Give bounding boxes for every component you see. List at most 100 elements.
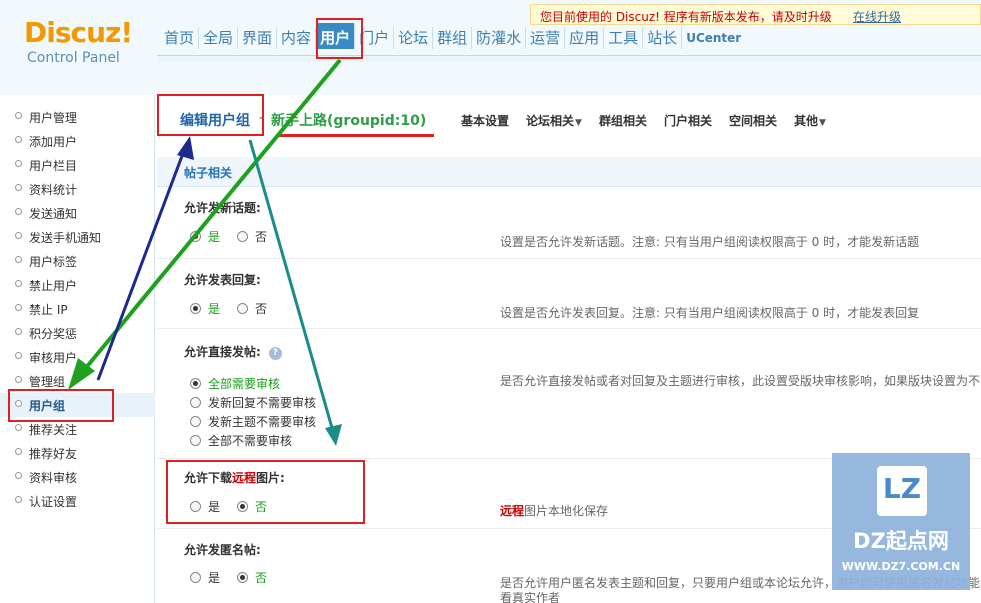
- radio-checked[interactable]: [237, 571, 248, 583]
- group-name: 新手上路(groupid:10): [271, 113, 427, 129]
- option-label: 是: [208, 229, 221, 244]
- bullet-icon: [15, 328, 22, 335]
- section-title: 帖子相关: [184, 166, 233, 180]
- radio-checked[interactable]: [190, 230, 201, 242]
- radio-unchecked[interactable]: [237, 230, 248, 242]
- nav-home[interactable]: 首页: [160, 27, 200, 49]
- radio-unchecked[interactable]: [190, 415, 201, 427]
- radio-checked[interactable]: [190, 302, 201, 314]
- annotation-underline: [277, 134, 434, 137]
- setting-description: 是否允许直接发帖或者对回复及主题进行审核，此设置受版块审核影响，如果版块设置为不: [500, 374, 981, 388]
- radio-unchecked[interactable]: [190, 571, 201, 583]
- nav-apps[interactable]: 应用: [565, 27, 605, 49]
- dropdown-icon: ▼: [575, 118, 582, 128]
- bullet-icon: [15, 112, 22, 119]
- nav-content[interactable]: 内容: [277, 27, 317, 49]
- sidebar-item-audit-user[interactable]: 审核用户: [0, 345, 155, 369]
- bullet-icon: [15, 280, 22, 287]
- bullet-icon: [15, 376, 22, 383]
- sidebar-item-label: 资料统计: [29, 183, 78, 197]
- bullet-icon: [15, 184, 22, 191]
- sidebar-item-user-tags[interactable]: 用户标签: [0, 249, 155, 273]
- sidebar-item-label: 用户标签: [29, 255, 78, 269]
- nav-ui[interactable]: 界面: [238, 27, 278, 49]
- option-no[interactable]: 否: [237, 228, 267, 244]
- radio-unchecked[interactable]: [190, 434, 201, 446]
- annotation-box-setting: [166, 460, 365, 524]
- nav-operation[interactable]: 运营: [526, 27, 566, 49]
- tab-group[interactable]: 群组相关: [599, 112, 647, 129]
- sidebar-item-label: 用户栏目: [29, 159, 78, 173]
- notice-text: 您目前使用的 Discuz! 程序有新版本发布，请及时升级: [540, 10, 832, 24]
- watermark-logo: LZ: [877, 466, 927, 516]
- radio-checked[interactable]: [190, 377, 201, 389]
- setting-label: 允许直接发帖:?: [184, 343, 282, 360]
- sidebar-item-profile-audit[interactable]: 资料审核: [0, 465, 155, 489]
- option-label: 是: [208, 301, 221, 316]
- option-yes[interactable]: 是: [190, 569, 220, 585]
- sidebar-item-label: 审核用户: [29, 351, 78, 365]
- sidebar-item-recommend-friend[interactable]: 推荐好友: [0, 441, 155, 465]
- option-reply-no-audit[interactable]: 发新回复不需要审核: [190, 394, 316, 410]
- bullet-icon: [15, 496, 22, 503]
- sidebar-item-send-notice[interactable]: 发送通知: [0, 201, 155, 225]
- settings-tabs: 基本设置 论坛相关▼ 群组相关 门户相关 空间相关 其他▼: [461, 112, 843, 129]
- nav-antispam[interactable]: 防灌水: [472, 27, 527, 49]
- nav-global[interactable]: 全局: [199, 27, 239, 49]
- tab-portal[interactable]: 门户相关: [664, 112, 712, 129]
- sidebar-item-send-sms[interactable]: 发送手机通知: [0, 225, 155, 249]
- bullet-icon: [15, 352, 22, 359]
- option-yes[interactable]: 是: [190, 300, 220, 316]
- sidebar-item-ban-ip[interactable]: 禁止 IP: [0, 297, 155, 321]
- option-no[interactable]: 否: [237, 300, 267, 316]
- sidebar-item-label: 管理组: [29, 375, 66, 389]
- radio-unchecked[interactable]: [237, 302, 248, 314]
- bullet-icon: [15, 472, 22, 479]
- nav-forum[interactable]: 论坛: [394, 27, 434, 49]
- upgrade-link[interactable]: 在线升级: [853, 8, 901, 25]
- tab-space[interactable]: 空间相关: [729, 112, 777, 129]
- watermark: LZ DZ起点网 WWW.DZ7.COM.CN: [832, 453, 970, 590]
- bullet-icon: [15, 304, 22, 311]
- tab-other[interactable]: 其他▼: [794, 112, 826, 129]
- tab-basic[interactable]: 基本设置: [461, 112, 509, 129]
- watermark-logo-text: LZ: [882, 472, 922, 505]
- sidebar-item-credit-reward[interactable]: 积分奖惩: [0, 321, 155, 345]
- sidebar-item-verify-settings[interactable]: 认证设置: [0, 489, 155, 513]
- tab-forum[interactable]: 论坛相关▼: [526, 112, 582, 129]
- nav-group[interactable]: 群组: [433, 27, 473, 49]
- sidebar-item-add-user[interactable]: 添加用户: [0, 129, 155, 153]
- sidebar-item-user-fields[interactable]: 用户栏目: [0, 153, 155, 177]
- logo[interactable]: Discuz! Control Panel: [24, 18, 133, 67]
- setting-description: 远程图片本地化保存: [500, 502, 608, 519]
- option-yes[interactable]: 是: [190, 228, 220, 244]
- bullet-icon: [15, 208, 22, 215]
- nav-webmaster[interactable]: 站长: [643, 27, 683, 49]
- option-thread-no-audit[interactable]: 发新主题不需要审核: [190, 413, 316, 429]
- sidebar: 用户管理 添加用户 用户栏目 资料统计 发送通知 发送手机通知 用户标签 禁止用…: [0, 95, 155, 603]
- option-all-audit[interactable]: 全部需要审核: [190, 375, 280, 391]
- sidebar-item-profile-stats[interactable]: 资料统计: [0, 177, 155, 201]
- update-notice: 您目前使用的 Discuz! 程序有新版本发布，请及时升级 在线升级: [530, 4, 981, 25]
- header-strip: [157, 56, 981, 62]
- bullet-icon: [15, 256, 22, 263]
- sidebar-item-label: 禁止用户: [29, 279, 78, 293]
- bullet-icon: [15, 160, 22, 167]
- sidebar-item-user-manage[interactable]: 用户管理: [0, 105, 155, 129]
- option-no[interactable]: 否: [237, 569, 267, 585]
- setting-description-cont: 看真实作者: [500, 591, 561, 603]
- watermark-title: DZ起点网: [853, 529, 949, 553]
- sidebar-item-label: 禁止 IP: [29, 303, 68, 317]
- option-none-audit[interactable]: 全部不需要审核: [190, 432, 292, 448]
- sidebar-item-label: 推荐关注: [29, 423, 78, 437]
- radio-unchecked[interactable]: [190, 396, 201, 408]
- help-icon[interactable]: ?: [268, 347, 282, 360]
- bullet-icon: [15, 424, 22, 431]
- sidebar-item-ban-user[interactable]: 禁止用户: [0, 273, 155, 297]
- header: Discuz! Control Panel 您目前使用的 Discuz! 程序有…: [0, 0, 981, 95]
- nav-tools[interactable]: 工具: [604, 27, 644, 49]
- sidebar-item-label: 积分奖惩: [29, 327, 78, 341]
- option-label: 全部不需要审核: [208, 433, 293, 448]
- nav-ucenter[interactable]: UCenter: [682, 27, 745, 49]
- setting-label-text: 允许直接发帖:: [184, 345, 261, 359]
